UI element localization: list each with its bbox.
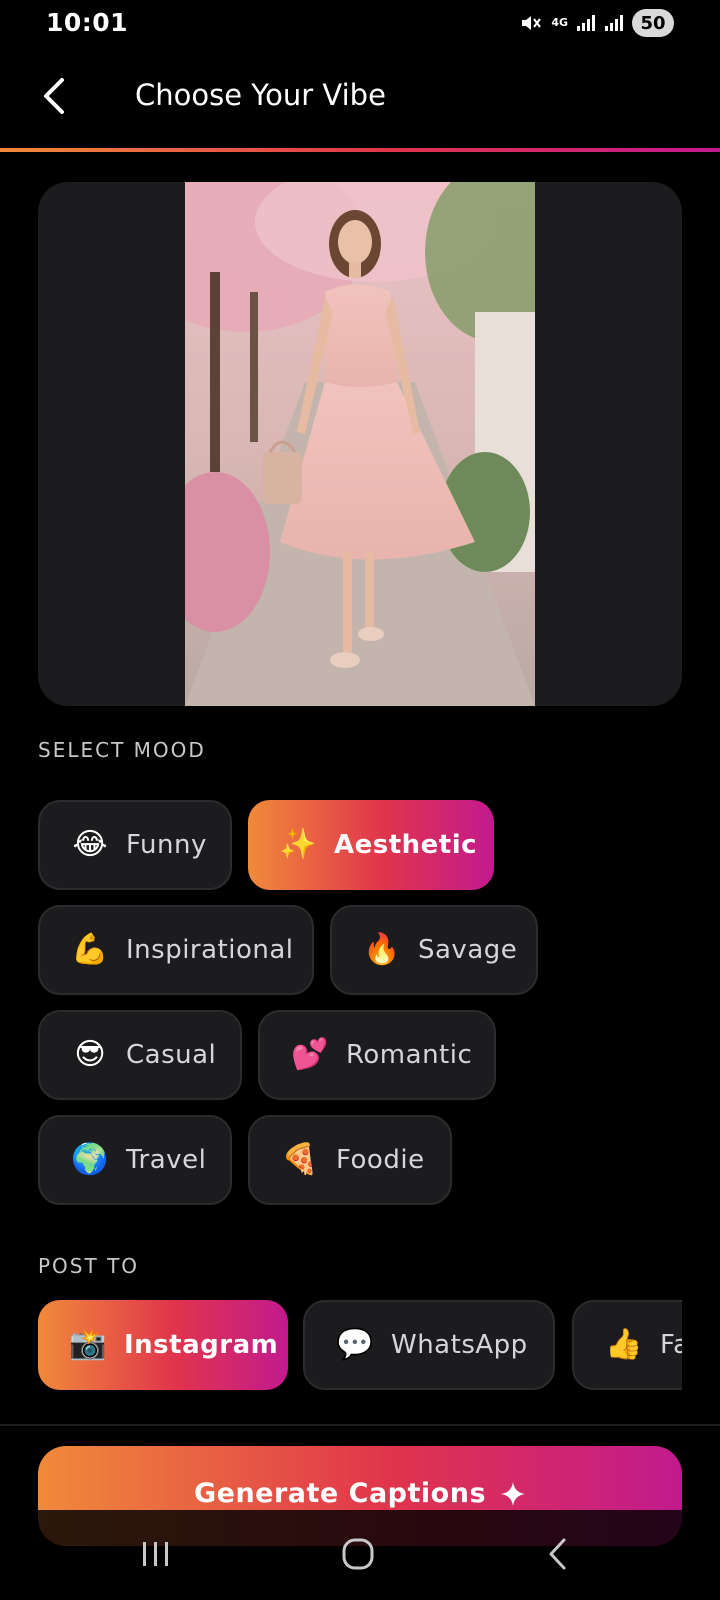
two-hearts-emoji-icon: 💕 [291,1037,329,1072]
mood-chip-romantic[interactable]: 💕 Romantic [258,1010,496,1100]
globe-emoji-icon: 🌍 [71,1142,109,1177]
status-time: 10:01 [46,8,129,37]
mood-chip-travel[interactable]: 🌍 Travel [38,1115,232,1205]
sparkles-emoji-icon: ✨ [279,827,317,862]
platform-label: Fa [660,1330,682,1360]
page-title: Choose Your Vibe [135,78,386,112]
home-button[interactable] [328,1530,388,1578]
header-accent-line [0,148,720,152]
network-type: 4G [551,16,568,29]
generate-captions-label: Generate Captions [193,1478,487,1509]
select-mood-label: SELECT MOOD [38,738,206,762]
platform-label: Instagram [124,1330,279,1360]
platform-row[interactable]: 📸 Instagram 💬 WhatsApp 👍 Fa [38,1300,682,1392]
mood-chip-savage[interactable]: 🔥 Savage [330,905,538,995]
battery-indicator: 50 [632,9,674,37]
platform-chip-facebook[interactable]: 👍 Fa [572,1300,682,1390]
speech-bubble-emoji-icon: 💬 [336,1327,374,1362]
camera-emoji-icon: 📸 [69,1327,107,1362]
header: Choose Your Vibe [0,60,720,144]
flexed-biceps-emoji-icon: 💪 [71,932,109,967]
mood-label: Funny [126,830,207,860]
signal-icon-2 [605,15,623,31]
platform-chip-whatsapp[interactable]: 💬 WhatsApp [303,1300,555,1390]
status-icons: 4G 50 [519,9,674,37]
chevron-left-icon [44,78,64,114]
mood-label: Foodie [336,1145,425,1175]
home-icon [342,1538,374,1570]
fire-emoji-icon: 🔥 [363,932,401,967]
mood-label: Aesthetic [334,830,478,860]
mood-chip-aesthetic[interactable]: ✨ Aesthetic [248,800,494,890]
platform-chip-instagram[interactable]: 📸 Instagram [38,1300,288,1390]
thumbs-up-emoji-icon: 👍 [605,1327,643,1362]
mood-label: Casual [126,1040,217,1070]
mood-label: Travel [126,1145,207,1175]
recent-apps-icon [143,1542,168,1566]
mood-chip-foodie[interactable]: 🍕 Foodie [248,1115,452,1205]
sparkle-icon [501,1482,526,1506]
platform-label: WhatsApp [391,1330,528,1360]
system-nav-bar [0,1510,720,1600]
system-back-icon [549,1538,566,1570]
mood-chip-inspirational[interactable]: 💪 Inspirational [38,905,314,995]
recent-apps-button[interactable] [126,1530,186,1578]
pizza-emoji-icon: 🍕 [281,1142,319,1177]
back-button[interactable] [30,72,78,120]
mood-chip-casual[interactable]: 😎 Casual [38,1010,242,1100]
sunglasses-emoji-icon: 😎 [74,1037,106,1072]
status-bar: 10:01 4G 50 [0,0,720,48]
mute-icon [522,16,542,30]
signal-icon [577,15,595,31]
post-to-label: POST TO [38,1254,140,1278]
mood-label: Inspirational [126,935,294,965]
laughing-emoji-icon: 😂 [72,827,108,862]
mood-chip-funny[interactable]: 😂 Funny [38,800,232,890]
mood-label: Savage [418,935,518,965]
photo-preview-card [38,182,682,706]
bottom-divider [0,1424,720,1426]
system-back-button[interactable] [528,1530,588,1578]
photo-preview [185,182,535,706]
mood-label: Romantic [346,1040,473,1070]
